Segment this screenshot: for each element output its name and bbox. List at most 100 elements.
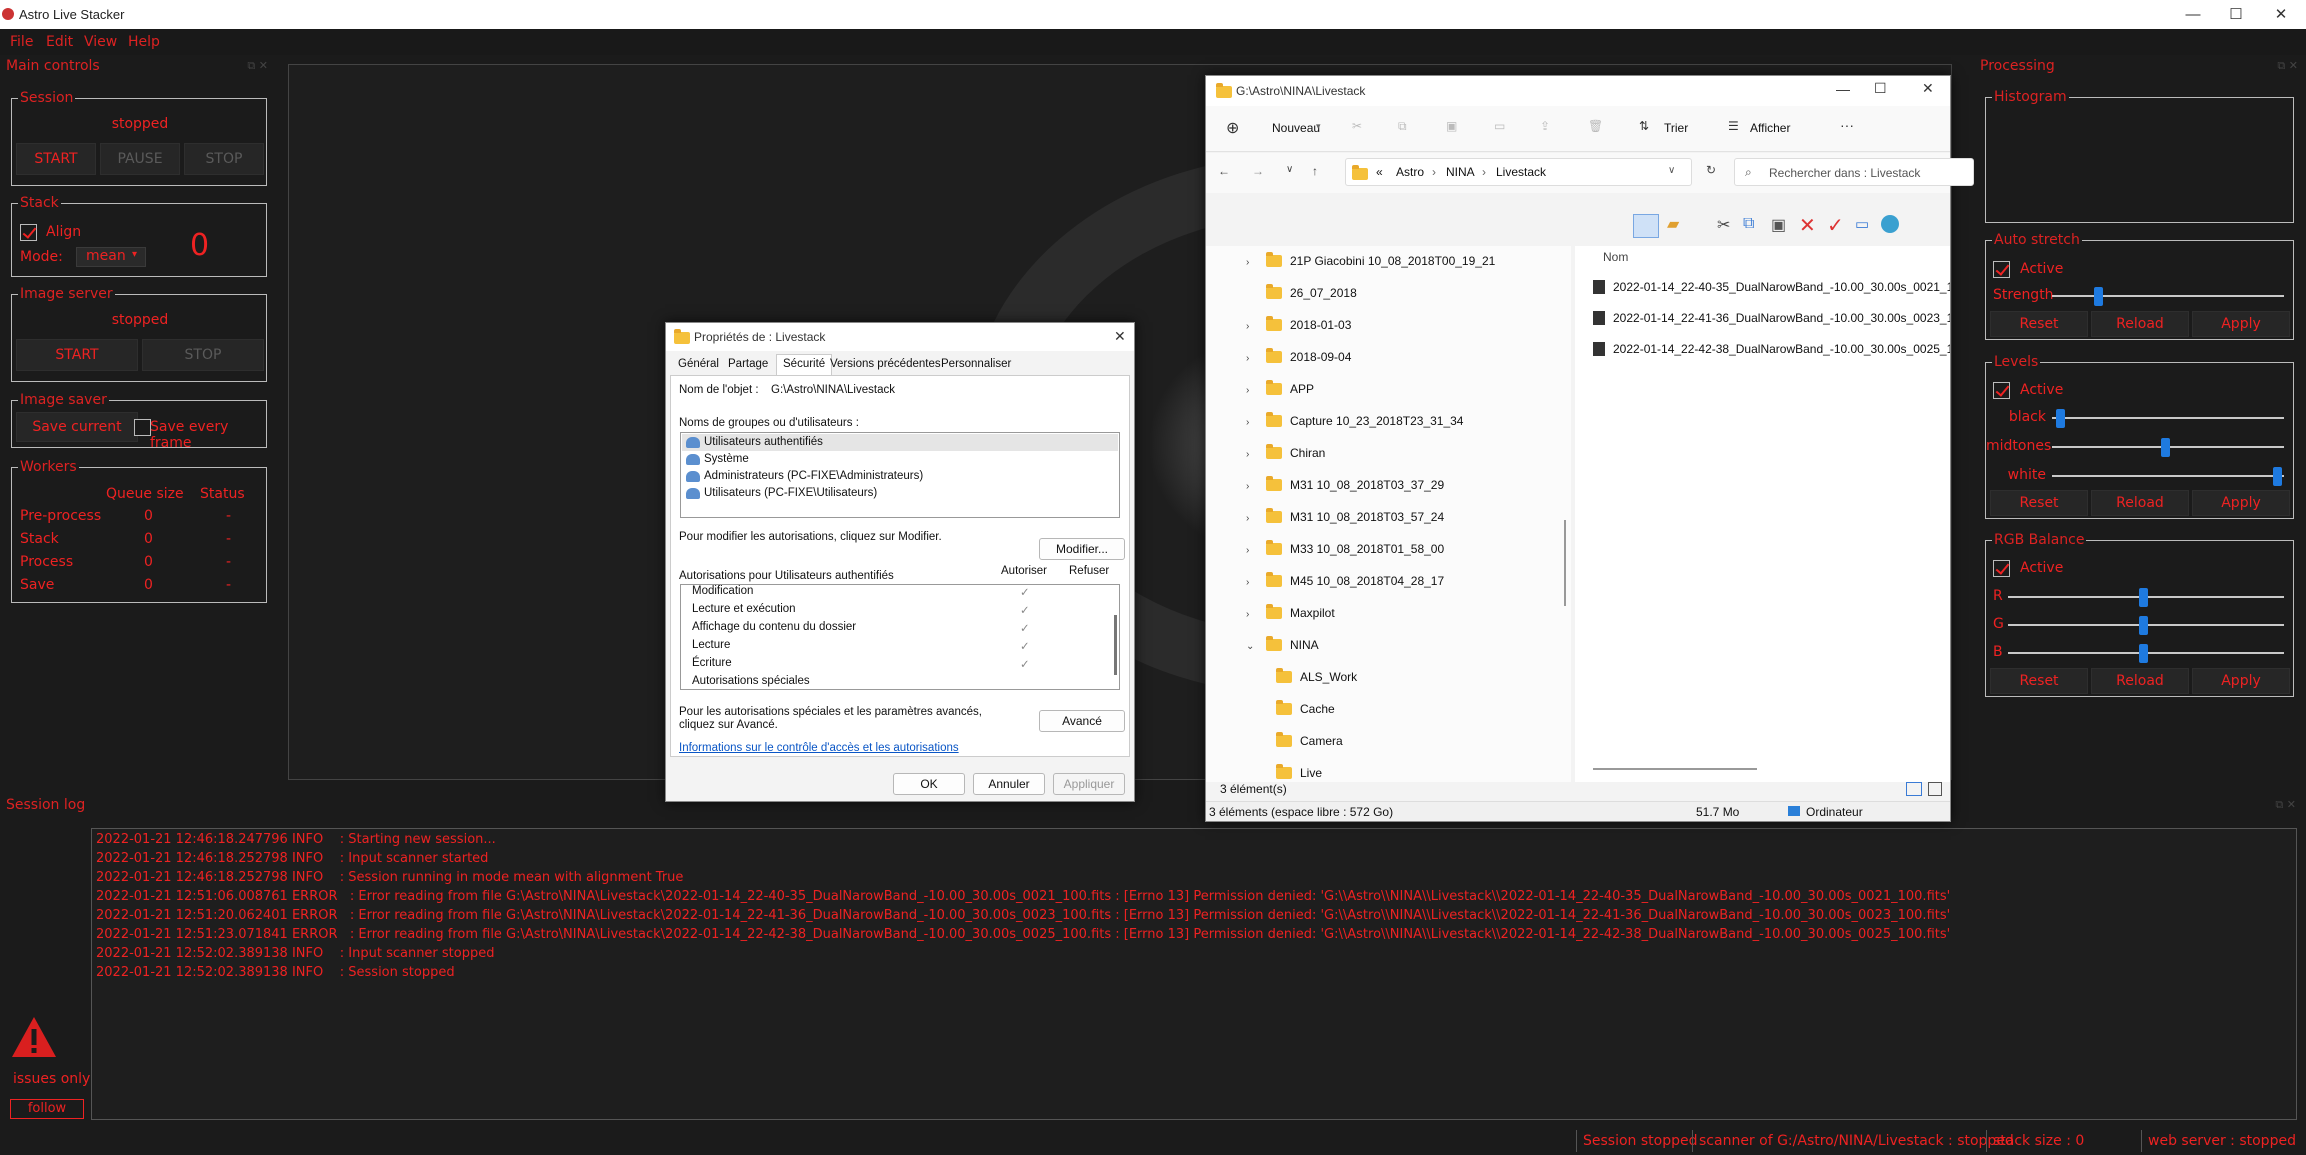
copy-icon[interactable]: ⧉: [1398, 119, 1407, 134]
tab-general[interactable]: Général: [678, 358, 719, 370]
sort-button[interactable]: Trier: [1664, 121, 1688, 135]
slider-handle[interactable]: [2161, 438, 2171, 457]
dock-float-close-icon[interactable]: ⧉ ✕: [2277, 59, 2298, 73]
save-every-frame-checkbox[interactable]: [134, 419, 151, 436]
save-current-button[interactable]: Save current: [16, 412, 138, 442]
address-bar[interactable]: « Astro › NINA › Livestack ∨: [1345, 158, 1692, 186]
more-button[interactable]: ···: [1840, 117, 1854, 133]
warning-icon[interactable]: [10, 1015, 58, 1059]
session-log-text[interactable]: 2022-01-21 12:46:18.247796 INFO : Starti…: [91, 828, 2297, 1120]
strength-slider[interactable]: [2052, 287, 2284, 306]
tab-previous-versions[interactable]: Versions précédentes: [830, 358, 941, 370]
tab-sharing[interactable]: Partage: [728, 358, 768, 370]
close-button[interactable]: ✕: [2258, 0, 2304, 29]
group-item[interactable]: Système: [682, 451, 1118, 468]
levels-active-checkbox[interactable]: [1993, 382, 2010, 399]
path-segment[interactable]: Livestack: [1496, 165, 1546, 179]
green-slider[interactable]: [2008, 616, 2284, 635]
file-item[interactable]: 2022-01-14_22-40-35_DualNarowBand_-10.00…: [1593, 280, 1950, 294]
recent-chevron-icon[interactable]: ∨: [1286, 164, 1293, 175]
column-name-header[interactable]: Nom: [1603, 250, 1628, 264]
delete-x-icon[interactable]: ✕: [1799, 213, 1816, 238]
file-list-scrollbar[interactable]: [1593, 768, 1757, 770]
maximize-button[interactable]: ☐: [2213, 0, 2259, 29]
dock-float-close-icon[interactable]: ⧉ ✕: [247, 59, 268, 73]
tree-item[interactable]: › Chiran: [1246, 444, 1325, 460]
cut-icon[interactable]: ✂: [1352, 119, 1362, 133]
slider-handle[interactable]: [2272, 467, 2282, 486]
slider-handle[interactable]: [2138, 644, 2148, 663]
paste-icon[interactable]: ▣: [1771, 215, 1786, 235]
navigation-pane[interactable]: › 21P Giacobini 10_08_2018T00_19_21 26_07…: [1206, 246, 1571, 782]
advanced-button[interactable]: Avancé: [1039, 710, 1125, 732]
permissions-list[interactable]: Modification ✓ Lecture et exécution ✓ Affi…: [680, 584, 1120, 690]
tree-item[interactable]: ⌄ NINA: [1246, 636, 1319, 652]
view-button[interactable]: Afficher: [1750, 121, 1790, 135]
tree-item[interactable]: › M31 10_08_2018T03_57_24: [1246, 508, 1444, 524]
tree-item[interactable]: Cache: [1276, 700, 1335, 716]
menu-view[interactable]: View: [84, 34, 117, 50]
auto-stretch-reset-button[interactable]: Reset: [1990, 311, 2088, 337]
tree-item[interactable]: › Capture 10_23_2018T23_31_34: [1246, 412, 1463, 428]
tree-item[interactable]: › 2018-01-03: [1246, 316, 1351, 332]
refresh-icon[interactable]: ↻: [1706, 163, 1716, 177]
apply-button[interactable]: Appliquer: [1053, 773, 1125, 795]
close-button[interactable]: ✕: [1114, 328, 1126, 345]
ok-button[interactable]: OK: [893, 773, 965, 795]
rename-icon[interactable]: ▭: [1494, 119, 1505, 133]
forward-icon[interactable]: →: [1252, 164, 1264, 178]
maximize-button[interactable]: ☐: [1874, 80, 1887, 97]
group-item[interactable]: Administrateurs (PC-FIXE\Administrateurs…: [682, 468, 1118, 485]
close-button[interactable]: ✕: [1922, 80, 1934, 97]
groups-list[interactable]: Utilisateurs authentifiés Système Admini…: [680, 432, 1120, 518]
share-icon[interactable]: ⇪: [1540, 119, 1550, 133]
modify-button[interactable]: Modifier...: [1039, 538, 1125, 560]
permissions-scrollbar[interactable]: [1114, 615, 1117, 675]
minimize-button[interactable]: —: [1836, 81, 1850, 97]
path-segment[interactable]: Astro: [1396, 165, 1424, 179]
chevron-down-icon[interactable]: ∨: [1668, 165, 1675, 176]
slider-handle[interactable]: [2056, 409, 2066, 428]
auto-stretch-active-checkbox[interactable]: [1993, 261, 2010, 278]
group-item[interactable]: Utilisateurs (PC-FIXE\Utilisateurs): [682, 485, 1118, 502]
tree-item[interactable]: ALS_Work: [1276, 668, 1357, 684]
access-control-link[interactable]: Informations sur le contrôle d'accès et …: [679, 742, 959, 754]
tab-security[interactable]: Sécurité: [776, 354, 833, 375]
rgb-reset-button[interactable]: Reset: [1990, 668, 2088, 694]
session-stop-button[interactable]: STOP: [184, 143, 264, 175]
layout-icon[interactable]: [1633, 214, 1659, 238]
blue-slider[interactable]: [2008, 644, 2284, 663]
dock-float-close-icon[interactable]: ⧉ ✕: [2275, 798, 2296, 812]
slider-handle[interactable]: [2094, 287, 2104, 306]
up-icon[interactable]: ↑: [1312, 164, 1318, 178]
tab-customize[interactable]: Personnaliser: [941, 358, 1011, 370]
delete-icon[interactable]: 🗑: [1588, 119, 1603, 133]
session-start-button[interactable]: START: [16, 143, 96, 175]
globe-icon[interactable]: [1881, 215, 1899, 233]
new-button[interactable]: Nouveau: [1272, 121, 1320, 135]
cancel-button[interactable]: Annuler: [973, 773, 1045, 795]
back-icon[interactable]: ←: [1218, 164, 1230, 178]
path-segment[interactable]: NINA: [1446, 165, 1475, 179]
tree-scrollbar[interactable]: [1564, 520, 1566, 606]
tree-item[interactable]: Camera: [1276, 732, 1343, 748]
menu-edit[interactable]: Edit: [46, 34, 73, 50]
tree-item[interactable]: 26_07_2018: [1266, 284, 1357, 300]
rgb-apply-button[interactable]: Apply: [2192, 668, 2290, 694]
paste-icon[interactable]: ▣: [1446, 119, 1457, 133]
tree-item[interactable]: › APP: [1246, 380, 1314, 396]
tree-item[interactable]: › M45 10_08_2018T04_28_17: [1246, 572, 1444, 588]
tree-item[interactable]: › 21P Giacobini 10_08_2018T00_19_21: [1246, 252, 1495, 268]
group-item[interactable]: Utilisateurs authentifiés: [682, 434, 1118, 451]
tree-item[interactable]: › Maxpilot: [1246, 604, 1335, 620]
levels-reset-button[interactable]: Reset: [1990, 490, 2088, 516]
auto-stretch-apply-button[interactable]: Apply: [2192, 311, 2290, 337]
tiles-view-icon[interactable]: [1928, 782, 1942, 796]
tree-item[interactable]: › M31 10_08_2018T03_37_29: [1246, 476, 1444, 492]
rename-icon[interactable]: ▭: [1855, 215, 1869, 233]
black-slider[interactable]: [2052, 409, 2284, 428]
path-overflow[interactable]: «: [1376, 165, 1383, 179]
copy-icon[interactable]: ⧉: [1743, 215, 1754, 233]
file-list[interactable]: Nom ^ 2022-01-14_22-40-35_DualNarowBand_…: [1575, 246, 1950, 782]
slider-handle[interactable]: [2138, 616, 2148, 635]
